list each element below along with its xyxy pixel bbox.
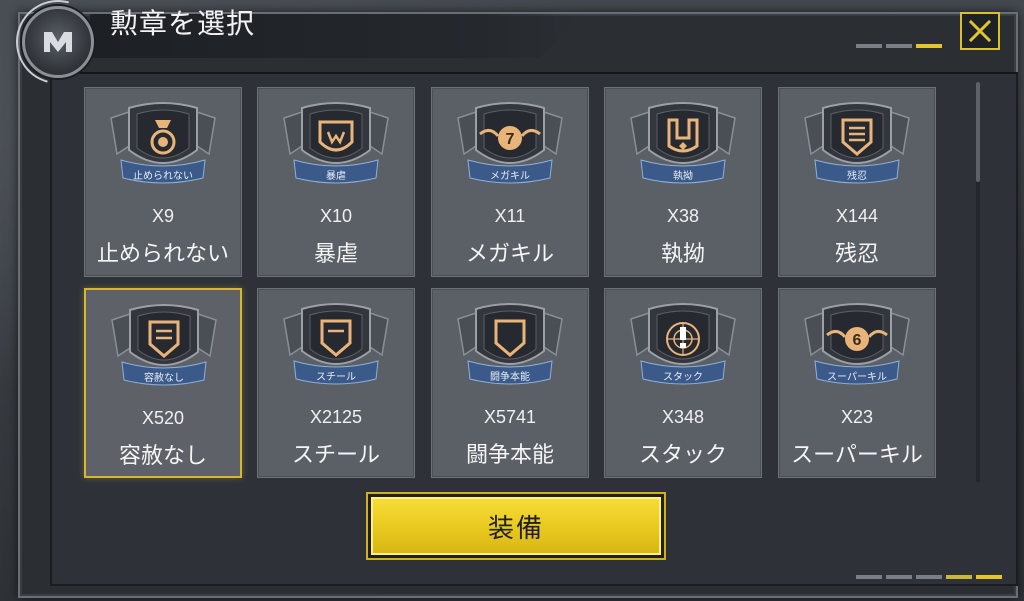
medal-card[interactable]: 執拗 X38 執拗 <box>604 87 762 277</box>
plain-shield-icon: 闘争本能 <box>454 299 566 395</box>
medal-card[interactable]: スチール X2125 スチール <box>257 288 415 478</box>
medal-ribbon-label: 残忍 <box>847 171 867 182</box>
medal-ribbon-label: 暴虐 <box>326 171 346 182</box>
gear-medal-icon: 止められない <box>107 98 219 194</box>
medal-count: X5741 <box>483 407 537 427</box>
medal-count: X9 <box>151 206 175 226</box>
svg-text:7: 7 <box>506 131 515 148</box>
page-indicator-top <box>856 44 942 48</box>
medal-card[interactable]: 止められない X9 止められない <box>84 87 242 277</box>
medal-name: スタック <box>638 443 727 468</box>
medal-count: X348 <box>661 407 705 427</box>
medal-count: X144 <box>835 206 879 226</box>
close-icon <box>968 19 992 43</box>
medal-name: 執拗 <box>660 242 705 267</box>
dialog-title: 勲章を選択 <box>110 8 256 39</box>
striped-shield-icon: 残忍 <box>801 98 913 194</box>
u-shield-icon: 執拗 <box>627 98 739 194</box>
medal-ribbon-label: 容赦なし <box>144 373 184 384</box>
claw-shield-icon: 暴虐 <box>280 98 392 194</box>
medal-name: 暴虐 <box>313 242 358 267</box>
medal-name: メガキル <box>465 242 554 267</box>
medal-ribbon-label: 執拗 <box>673 171 693 182</box>
medal-ribbon-label: スーパーキル <box>827 372 887 383</box>
medal-count: X11 <box>494 206 526 226</box>
single-bar-shield-icon: スチール <box>280 299 392 395</box>
medal-name: 闘争本能 <box>465 443 554 468</box>
medal-count: X10 <box>319 206 353 226</box>
medal-name: 容赦なし <box>118 444 207 469</box>
winged-seven-icon: 7 メガキル <box>454 98 566 194</box>
game-logo-icon <box>22 6 94 78</box>
medal-name: スーパーキル <box>791 443 923 468</box>
medal-card[interactable]: 残忍 X144 残忍 <box>778 87 936 277</box>
page-indicator-bottom <box>856 575 1002 579</box>
medal-count: X2125 <box>309 407 363 427</box>
equip-button-label: 装備 <box>487 513 544 544</box>
medal-name: 止められない <box>96 242 229 267</box>
medal-card[interactable]: 闘争本能 X5741 闘争本能 <box>431 288 589 478</box>
medal-card[interactable]: 容赦なし X520 容赦なし <box>84 288 242 478</box>
close-button[interactable] <box>960 12 1000 50</box>
winged-six-icon: 6 スーパーキル <box>801 299 913 395</box>
medal-ribbon-label: 闘争本能 <box>490 372 530 383</box>
medal-ribbon-label: 止められない <box>133 171 193 182</box>
equip-button[interactable]: 装備 <box>368 494 664 558</box>
medal-count: X520 <box>141 408 185 428</box>
double-bar-shield-icon: 容赦なし <box>108 300 220 396</box>
scrollbar-thumb[interactable] <box>976 82 980 182</box>
medal-count: X23 <box>840 407 874 427</box>
exclamation-web-icon: スタック <box>627 299 739 395</box>
medal-ribbon-label: メガキル <box>490 171 530 182</box>
medal-card[interactable]: スタック X348 スタック <box>604 288 762 478</box>
medal-card[interactable]: 暴虐 X10 暴虐 <box>257 87 415 277</box>
svg-text:6: 6 <box>853 332 862 349</box>
medal-count: X38 <box>666 206 700 226</box>
medal-ribbon-label: スチール <box>316 372 356 383</box>
medal-name: 残忍 <box>834 242 879 267</box>
medal-card[interactable]: 6 スーパーキル X23 スーパーキル <box>778 288 936 478</box>
medal-ribbon-label: スタック <box>663 372 703 383</box>
medal-name: スチール <box>291 443 380 468</box>
medal-card[interactable]: 7 メガキル X11 メガキル <box>431 87 589 277</box>
